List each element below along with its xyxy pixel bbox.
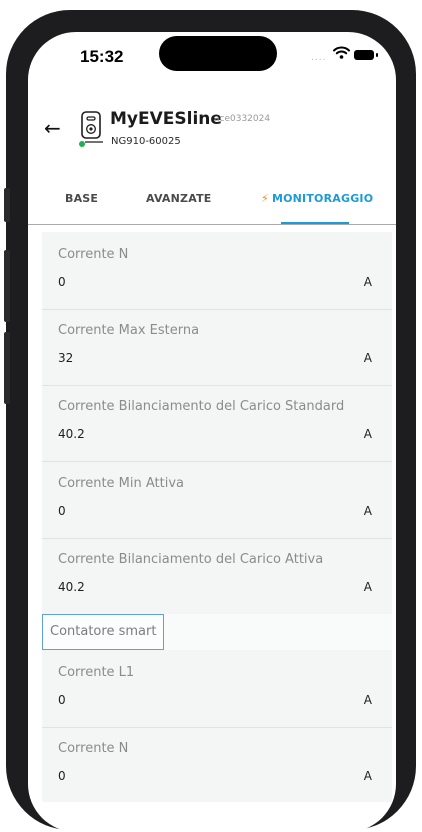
row-label: Corrente L1 — [58, 665, 135, 680]
tab-avanzate[interactable]: AVANZATE — [146, 192, 212, 205]
list-item: Corrente N 0 A — [42, 726, 392, 803]
row-unit: A — [363, 504, 372, 518]
battery-tip — [376, 53, 378, 57]
screen: 15:32 .... ← MyEVESline ace0332024 NG910… — [28, 32, 396, 832]
row-unit: A — [363, 427, 372, 441]
list-item: Corrente Max Esterna 32 A — [42, 308, 392, 386]
row-value: 32 — [58, 351, 74, 365]
row-label: Corrente Min Attiva — [58, 476, 185, 491]
tab-bar: BASE AVANZATE ⚡︎ MONITORAGGIO — [28, 182, 396, 225]
row-label: Corrente N — [58, 741, 129, 756]
row-label: Corrente Max Esterna — [58, 323, 200, 338]
device-serial: NG910-60025 — [111, 136, 181, 147]
wifi-icon — [333, 46, 350, 59]
online-status-dot — [79, 141, 85, 147]
lightning-bolt-icon: ⚡︎ — [261, 192, 269, 205]
section-header: Contatore smart — [42, 614, 392, 650]
charger-icon — [81, 111, 103, 143]
row-label: Corrente Bilanciamento del Carico Attiva — [58, 552, 324, 567]
row-unit: A — [363, 275, 372, 289]
list-item: Corrente Min Attiva 0 A — [42, 461, 392, 539]
list-item: Corrente L1 0 A — [42, 650, 392, 728]
device-header: ← MyEVESline ace0332024 NG910-60025 — [28, 102, 396, 152]
row-unit: A — [363, 769, 372, 783]
device-code: ace0332024 — [214, 114, 271, 124]
row-label: Corrente Bilanciamento del Carico Standa… — [58, 399, 345, 414]
dynamic-island — [159, 36, 277, 71]
battery-icon — [354, 50, 374, 60]
list-item: Corrente Bilanciamento del Carico Standa… — [42, 384, 392, 462]
list-item: Corrente Bilanciamento del Carico Attiva… — [42, 537, 392, 615]
row-value: 40.2 — [58, 427, 85, 441]
tab-monitoraggio-label: MONITORAGGIO — [271, 192, 374, 205]
active-tab-indicator — [281, 222, 349, 224]
tab-base[interactable]: BASE — [65, 192, 98, 205]
device-name: MyEVESline — [110, 109, 222, 129]
list-item: Corrente N 0 A — [42, 232, 392, 310]
row-value: 0 — [58, 769, 66, 783]
volume-up-button — [4, 250, 10, 322]
section-title: Contatore smart — [42, 614, 165, 650]
status-bar: 15:32 .... — [28, 32, 396, 84]
row-value: 0 — [58, 504, 66, 518]
silent-switch — [4, 188, 10, 222]
row-unit: A — [363, 693, 372, 707]
signal-icon: .... — [311, 53, 327, 63]
row-unit: A — [363, 580, 372, 594]
row-unit: A — [363, 351, 372, 365]
tab-monitoraggio[interactable]: ⚡︎ MONITORAGGIO — [261, 192, 373, 205]
row-value: 0 — [58, 275, 66, 289]
row-label: Corrente N — [58, 247, 129, 262]
row-value: 40.2 — [58, 580, 85, 594]
monitoring-list[interactable]: Corrente N 0 A Corrente Max Esterna 32 A… — [42, 232, 392, 802]
row-value: 0 — [58, 693, 66, 707]
arrow-left-icon[interactable]: ← — [44, 118, 61, 138]
status-time: 15:32 — [80, 47, 124, 66]
volume-down-button — [4, 332, 10, 404]
